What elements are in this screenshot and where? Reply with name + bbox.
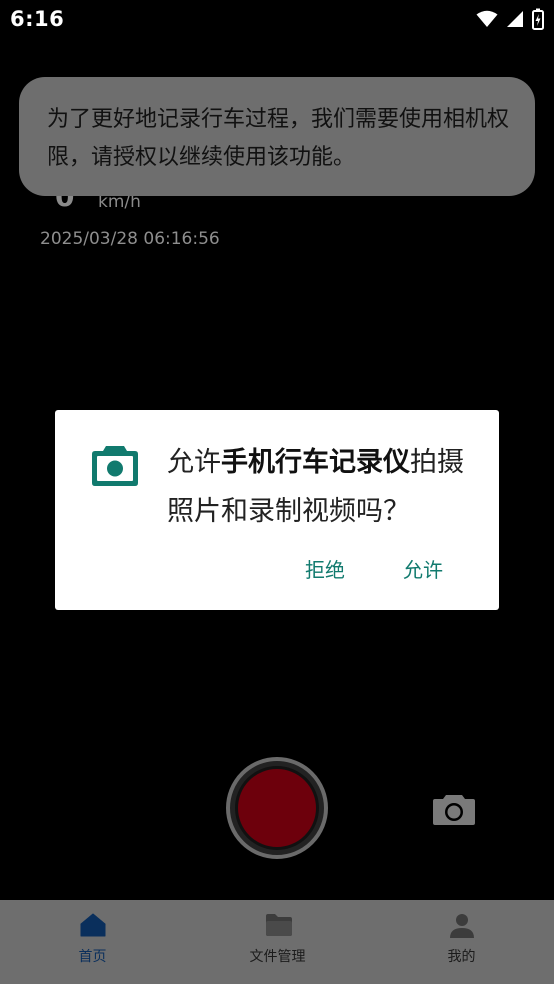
bottom-nav: 首页 文件管理 我的 (0, 900, 554, 984)
deny-button[interactable]: 拒绝 (299, 550, 351, 587)
nav-item-files[interactable]: 文件管理 (185, 900, 370, 984)
allow-button[interactable]: 允许 (397, 550, 449, 587)
status-bar: 6:16 (0, 0, 554, 40)
dialog-message: 允许手机行车记录仪拍摄照片和录制视频吗？ (167, 438, 487, 536)
cellular-signal-icon (507, 11, 523, 27)
record-indicator (235, 766, 319, 850)
nav-label-home: 首页 (78, 949, 107, 965)
nav-item-home[interactable]: 首页 (0, 900, 185, 984)
dialog-prefix: 允许 (167, 447, 221, 478)
dialog-app-name: 手机行车记录仪 (221, 447, 410, 478)
permission-toast: 为了更好地记录行车过程，我们需要使用相机权限，请授权以继续使用该功能。 (19, 77, 535, 196)
nav-item-mine[interactable]: 我的 (369, 900, 554, 984)
camera-capture-icon[interactable] (432, 792, 476, 826)
camera-icon (92, 446, 138, 486)
recording-timestamp: 2025/03/28 06:16:56 (40, 229, 220, 249)
home-icon (80, 913, 106, 937)
record-button[interactable] (226, 757, 328, 859)
nav-label-mine: 我的 (447, 949, 476, 965)
nav-label-files: 文件管理 (249, 949, 306, 965)
wifi-icon (476, 10, 498, 27)
status-icons (476, 8, 544, 30)
person-icon (450, 914, 474, 938)
status-time: 6:16 (10, 7, 65, 31)
toast-message: 为了更好地记录行车过程，我们需要使用相机权限，请授权以继续使用该功能。 (47, 107, 510, 170)
battery-charging-icon (532, 8, 544, 30)
permission-dialog: 允许手机行车记录仪拍摄照片和录制视频吗？ 拒绝 允许 (55, 410, 499, 610)
folder-icon (266, 914, 292, 936)
